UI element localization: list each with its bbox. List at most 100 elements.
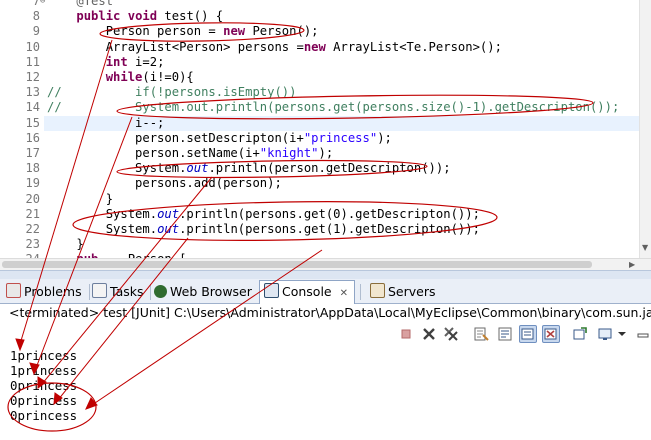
- code-token: System.: [47, 206, 158, 221]
- code-token: );: [318, 146, 334, 160]
- horizontal-scroll-thumb[interactable]: [2, 261, 592, 268]
- line-number: 21: [25, 206, 40, 221]
- tasks-icon: [92, 283, 107, 298]
- code-line[interactable]: @Test: [47, 0, 113, 9]
- clear-console-icon[interactable]: [473, 326, 489, 342]
- code-line[interactable]: persons.add(person);: [47, 176, 282, 191]
- minimize-icon[interactable]: [637, 326, 651, 342]
- code-token: person.setDescripton(i+: [47, 130, 304, 145]
- code-line[interactable]: person.setName(i+"knight");: [47, 146, 333, 161]
- line-number: 15: [25, 115, 40, 130]
- terminate-icon[interactable]: [398, 326, 414, 342]
- code-token: Person();: [245, 24, 319, 39]
- code-token: i=2;: [127, 54, 165, 69]
- code-token: (i!=0){: [142, 70, 194, 84]
- tab-web-browser-label: Web Browser: [170, 284, 252, 299]
- globe-icon: [154, 285, 167, 298]
- line-number: 17: [25, 146, 40, 160]
- console-output[interactable]: 1princess 1princess 0princess 0princess 0pri…: [10, 348, 77, 423]
- line-number: 7: [32, 0, 40, 8]
- console-toolbar: [0, 323, 651, 345]
- views-tab-bar: Problems Tasks Web Browser Console ✕ Serv…: [0, 279, 651, 304]
- line-number: 10: [25, 39, 40, 54]
- code-token: "knight": [259, 146, 319, 160]
- code-token: test() {: [157, 9, 224, 24]
- code-line[interactable]: }: [47, 192, 113, 207]
- code-token: public: [76, 9, 121, 24]
- code-line[interactable]: System.out.println(persons.get(1).getDes…: [47, 222, 480, 237]
- console-view[interactable]: <terminated> test [JUnit] C:\Users\Admin…: [0, 304, 651, 440]
- problems-icon: [6, 283, 21, 298]
- display-selected-console-icon[interactable]: [572, 326, 588, 342]
- code-line[interactable]: // System.out.println(persons.get(person…: [47, 100, 619, 115]
- show-console-icon[interactable]: [542, 325, 560, 343]
- code-token: ArrayList<Person> persons =: [47, 39, 304, 54]
- code-line[interactable]: // if(!persons.isEmpty()): [47, 85, 296, 100]
- servers-icon: [370, 283, 385, 298]
- scroll-down-arrow-icon[interactable]: ▼: [642, 242, 648, 254]
- line-number-gutter: 7⊖89101112131415161718192021222324: [0, 0, 45, 266]
- open-console-icon[interactable]: [597, 326, 613, 342]
- tab-servers[interactable]: Servers: [370, 281, 436, 302]
- code-token: new: [223, 24, 246, 39]
- remove-launch-icon[interactable]: [421, 326, 437, 342]
- code-line[interactable]: System.out.println(persons.get(0).getDes…: [47, 207, 480, 222]
- console-status-line: <terminated> test [JUnit] C:\Users\Admin…: [9, 305, 651, 320]
- remove-all-terminated-icon[interactable]: [443, 326, 459, 342]
- code-token: .println(person.getDescripton());: [208, 161, 451, 176]
- code-line[interactable]: System.out.println(person.getDescripton(…: [47, 161, 451, 176]
- tab-tasks[interactable]: Tasks: [92, 281, 144, 302]
- tab-console[interactable]: Console ✕: [259, 280, 356, 304]
- tab-web-browser[interactable]: Web Browser: [154, 281, 252, 302]
- code-editor[interactable]: 7⊖89101112131415161718192021222324 @Test…: [0, 0, 651, 272]
- code-line[interactable]: ArrayList<Person> persons =new ArrayList…: [47, 40, 502, 55]
- chevron-down-icon[interactable]: [617, 326, 627, 342]
- console-output-line: 1princess: [10, 348, 78, 363]
- tab-divider: [360, 284, 361, 300]
- code-token: System.: [47, 222, 158, 236]
- close-icon[interactable]: ✕: [340, 288, 348, 299]
- code-token: while: [105, 70, 143, 84]
- line-number: 20: [25, 191, 40, 206]
- code-token: System.: [47, 161, 187, 176]
- line-number: 23: [25, 237, 40, 252]
- code-token: ArrayList<Te.Person>();: [325, 39, 502, 54]
- code-line[interactable]: Person person = new Person();: [47, 24, 319, 39]
- code-token: // System.out.println(persons.get(person…: [47, 100, 620, 115]
- code-line[interactable]: }: [47, 237, 84, 252]
- line-number: 22: [25, 222, 40, 236]
- tab-problems-label: Problems: [24, 284, 82, 299]
- line-number: 11: [25, 54, 40, 69]
- line-number: 18: [25, 161, 40, 176]
- console-icon: [264, 283, 279, 298]
- code-token: new: [303, 39, 326, 54]
- pin-console-icon[interactable]: [519, 325, 537, 343]
- line-number: 16: [25, 130, 40, 145]
- code-line[interactable]: int i=2;: [47, 54, 165, 70]
- line-number: 9: [32, 24, 40, 39]
- code-token: }: [47, 191, 114, 206]
- code-token: .println(persons.get(0).getDescripton())…: [179, 206, 480, 221]
- code-token: );: [377, 130, 392, 145]
- code-token: out: [186, 161, 209, 176]
- tab-problems[interactable]: Problems: [6, 281, 82, 302]
- console-output-line: 1princess: [10, 363, 78, 378]
- tab-servers-label: Servers: [388, 284, 436, 299]
- tab-console-label: Console: [282, 284, 332, 299]
- line-number: 13: [25, 85, 40, 100]
- code-line[interactable]: while(i!=0){: [47, 70, 194, 85]
- code-token: person.setName(i+: [47, 146, 260, 160]
- code-line[interactable]: public void test() {: [47, 9, 223, 24]
- code-token: out: [157, 206, 180, 221]
- scroll-lock-icon[interactable]: [497, 326, 513, 342]
- code-line[interactable]: i--;: [47, 116, 164, 131]
- code-token: // if(!persons.isEmpty()): [47, 85, 297, 100]
- console-output-line: 0princess: [10, 393, 78, 408]
- vertical-scrollbar[interactable]: ▼: [639, 0, 651, 258]
- code-line[interactable]: person.setDescripton(i+"princess");: [47, 131, 392, 146]
- code-token: }: [47, 237, 84, 252]
